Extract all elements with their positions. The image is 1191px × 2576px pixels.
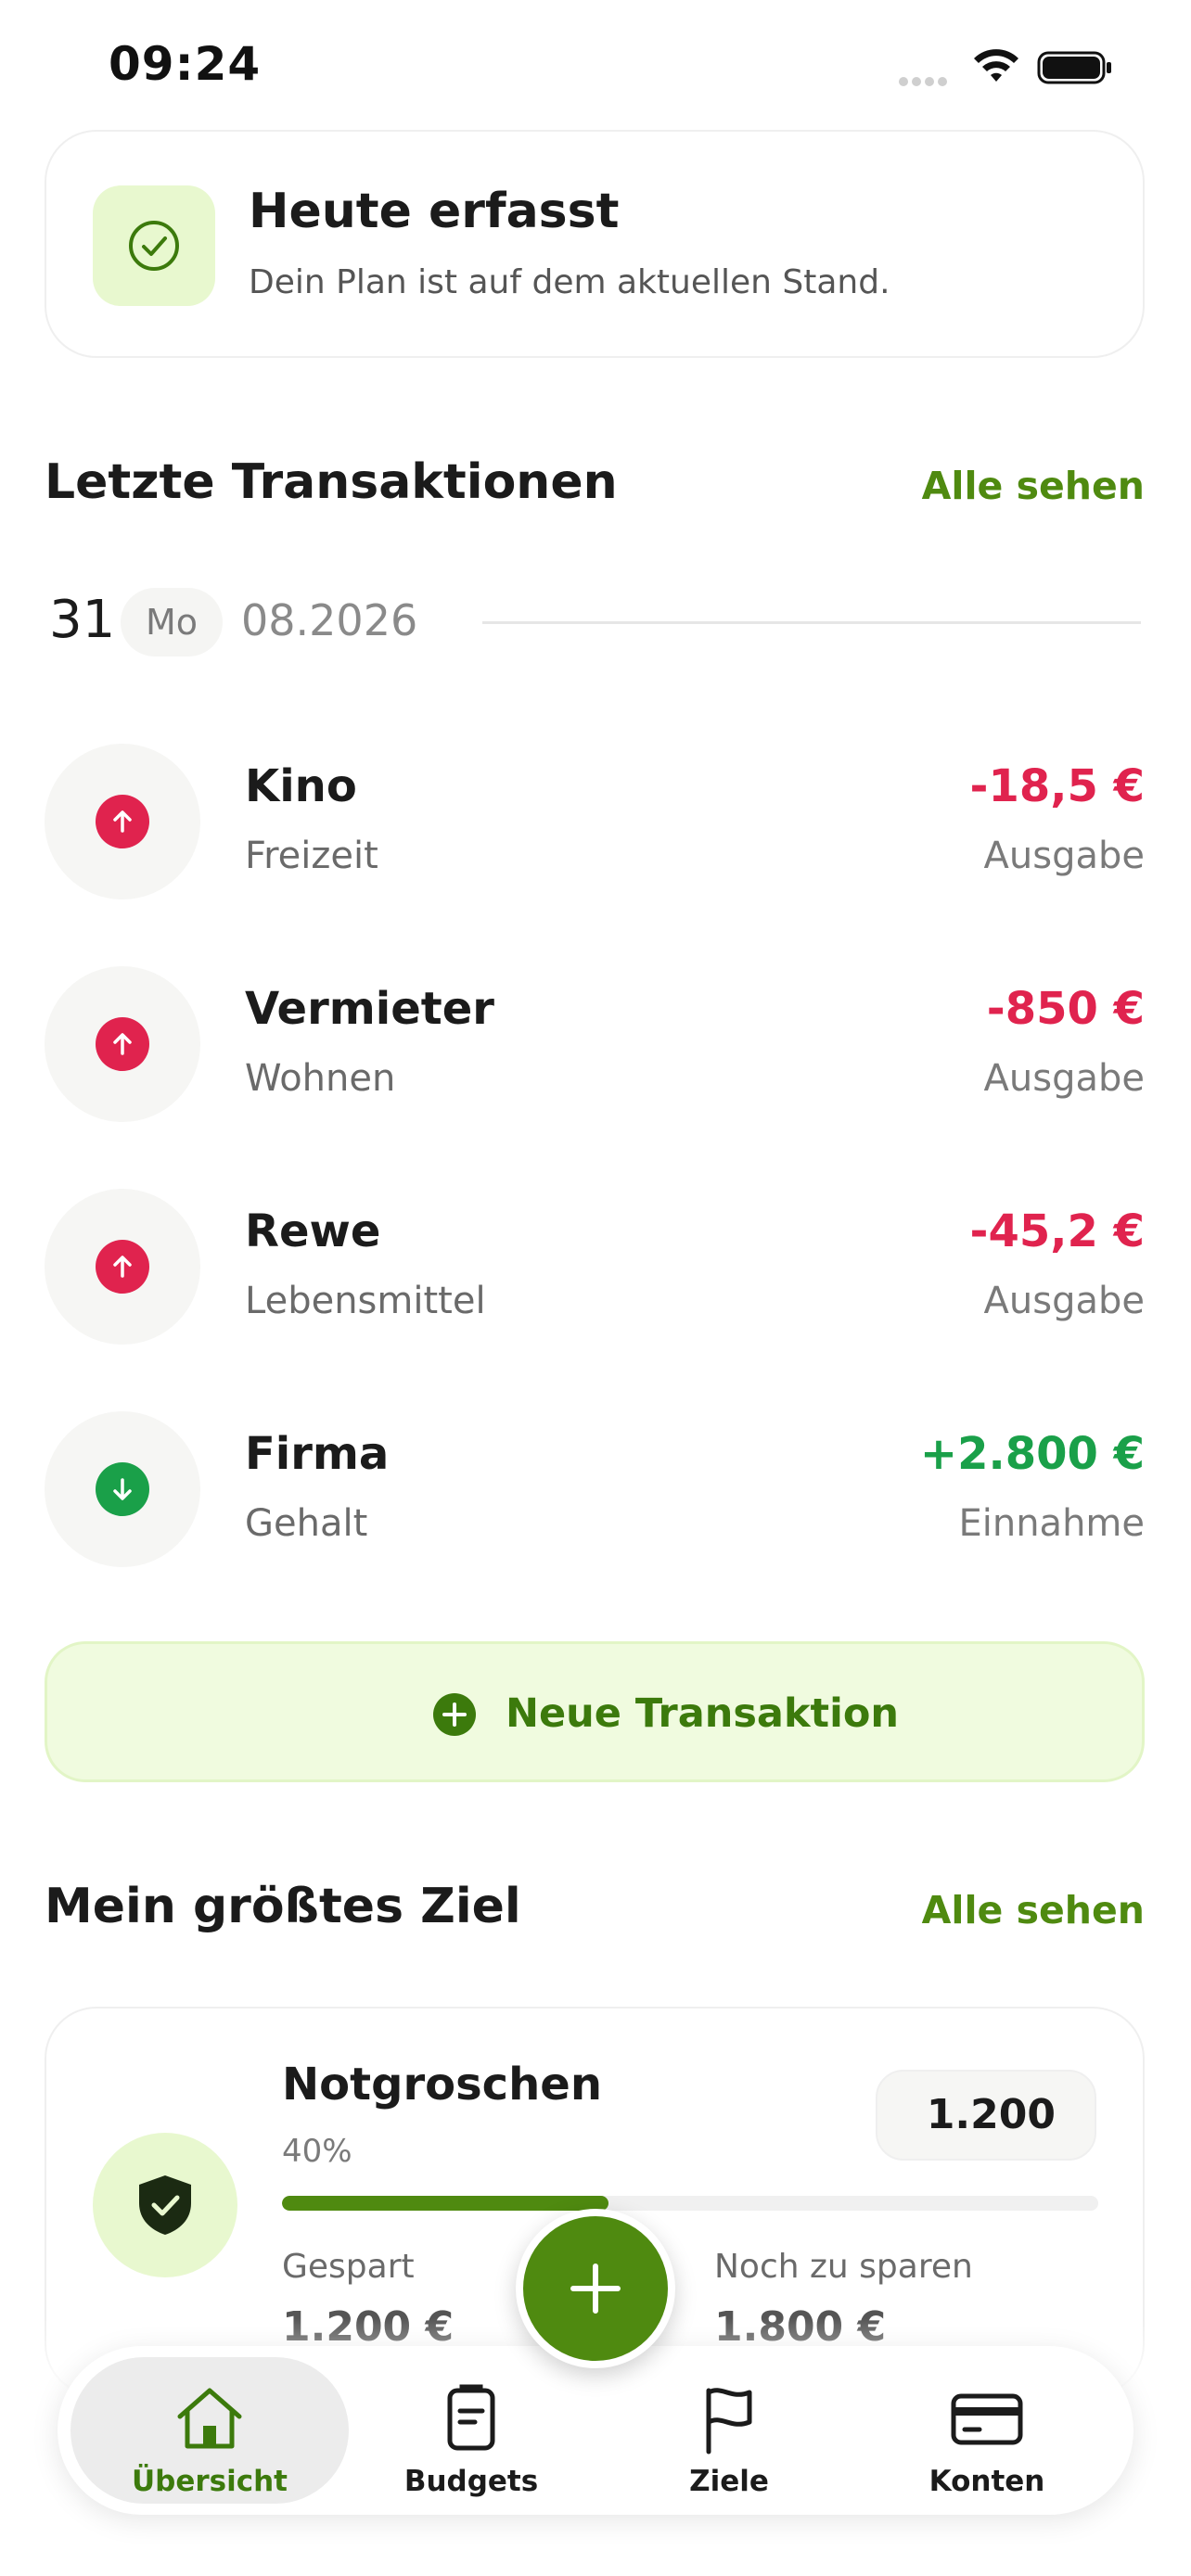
tab-goals[interactable]: Ziele xyxy=(590,2357,868,2504)
wifi-icon xyxy=(974,49,1018,82)
shield-check-icon xyxy=(93,2133,237,2277)
goal-saved-label: Gespart xyxy=(282,2248,415,2286)
battery-icon xyxy=(1037,51,1111,84)
new-transaction-label: Neue Transaktion xyxy=(506,1690,899,1737)
home-icon xyxy=(177,2388,242,2449)
plus-icon xyxy=(570,2264,621,2314)
transaction-amount: -45,2 € xyxy=(969,1205,1145,1257)
new-transaction-button[interactable]: Neue Transaktion xyxy=(45,1641,1145,1782)
arrow-up-icon xyxy=(96,1017,149,1071)
date-month-year: 08.2026 xyxy=(241,595,418,645)
goal-progress-fill xyxy=(282,2196,608,2211)
date-weekday: Mo xyxy=(121,588,223,657)
transaction-name: Kino xyxy=(245,760,357,812)
tab-overview[interactable]: Übersicht xyxy=(70,2357,349,2504)
transaction-amount: -18,5 € xyxy=(969,760,1145,812)
transaction-name: Firma xyxy=(245,1428,390,1480)
transactions-see-all-link[interactable]: Alle sehen xyxy=(922,464,1145,508)
tab-label: Budgets xyxy=(403,2465,539,2498)
goal-see-all-link[interactable]: Alle sehen xyxy=(922,1888,1145,1932)
transaction-row[interactable]: Firma Gehalt +2.800 € Einnahme xyxy=(0,1411,1191,1578)
transaction-type: Ausgabe xyxy=(983,835,1145,877)
today-title: Heute erfasst xyxy=(249,184,620,239)
transaction-name: Vermieter xyxy=(245,983,494,1035)
transaction-icon-circle xyxy=(45,744,200,899)
transaction-type: Ausgabe xyxy=(983,1057,1145,1100)
transaction-icon-circle xyxy=(45,966,200,1122)
transaction-name: Rewe xyxy=(245,1205,381,1257)
tab-bar: Übersicht Budgets Ziele Konten xyxy=(58,2346,1133,2515)
transaction-amount: -850 € xyxy=(986,983,1145,1035)
status-bar: 09:24 xyxy=(0,0,1191,130)
clipboard-icon xyxy=(447,2384,495,2451)
add-button[interactable] xyxy=(516,2209,675,2368)
tab-accounts[interactable]: Konten xyxy=(848,2357,1126,2504)
transaction-type: Einnahme xyxy=(958,1502,1145,1545)
goal-target-amount: 1.200 xyxy=(876,2070,1096,2161)
goal-percent: 40% xyxy=(282,2133,352,2170)
transaction-type: Ausgabe xyxy=(983,1280,1145,1322)
goal-remaining-label: Noch zu sparen xyxy=(714,2248,973,2286)
transaction-category: Freizeit xyxy=(245,835,378,877)
card-icon xyxy=(951,2393,1023,2445)
tab-label: Übersicht xyxy=(131,2465,288,2498)
tab-label: Ziele xyxy=(689,2465,769,2498)
transaction-icon-circle xyxy=(45,1189,200,1345)
goal-name: Notgroschen xyxy=(282,2059,603,2111)
transaction-row[interactable]: Rewe Lebensmittel -45,2 € Ausgabe xyxy=(0,1189,1191,1356)
transaction-category: Lebensmittel xyxy=(245,1280,486,1322)
arrow-up-icon xyxy=(96,795,149,848)
cellular-signal-icon xyxy=(899,72,956,86)
check-circle-icon xyxy=(93,185,215,306)
flag-icon xyxy=(706,2388,752,2455)
arrow-up-icon xyxy=(96,1240,149,1294)
transaction-row[interactable]: Kino Freizeit -18,5 € Ausgabe xyxy=(0,744,1191,911)
status-time: 09:24 xyxy=(109,37,262,91)
today-status-card: Heute erfasst Dein Plan ist auf dem aktu… xyxy=(45,130,1145,358)
goal-progress-bar xyxy=(282,2196,1098,2211)
transaction-icon-circle xyxy=(45,1411,200,1567)
transactions-title: Letzte Transaktionen xyxy=(45,454,618,510)
arrow-down-icon xyxy=(96,1462,149,1516)
goal-section-title: Mein größtes Ziel xyxy=(45,1879,521,1934)
transaction-row[interactable]: Vermieter Wohnen -850 € Ausgabe xyxy=(0,966,1191,1133)
date-divider xyxy=(482,621,1141,624)
tab-budgets[interactable]: Budgets xyxy=(332,2357,610,2504)
page: 09:24 Heute erfasst Dein Plan ist auf de… xyxy=(0,0,1191,2576)
tab-label: Konten xyxy=(928,2465,1045,2498)
transaction-category: Wohnen xyxy=(245,1057,396,1100)
transaction-amount: +2.800 € xyxy=(919,1428,1145,1480)
date-day: 31 xyxy=(49,590,116,650)
transaction-category: Gehalt xyxy=(245,1502,368,1545)
today-subtitle: Dein Plan ist auf dem aktuellen Stand. xyxy=(249,263,890,301)
plus-circle-icon xyxy=(433,1693,476,1736)
